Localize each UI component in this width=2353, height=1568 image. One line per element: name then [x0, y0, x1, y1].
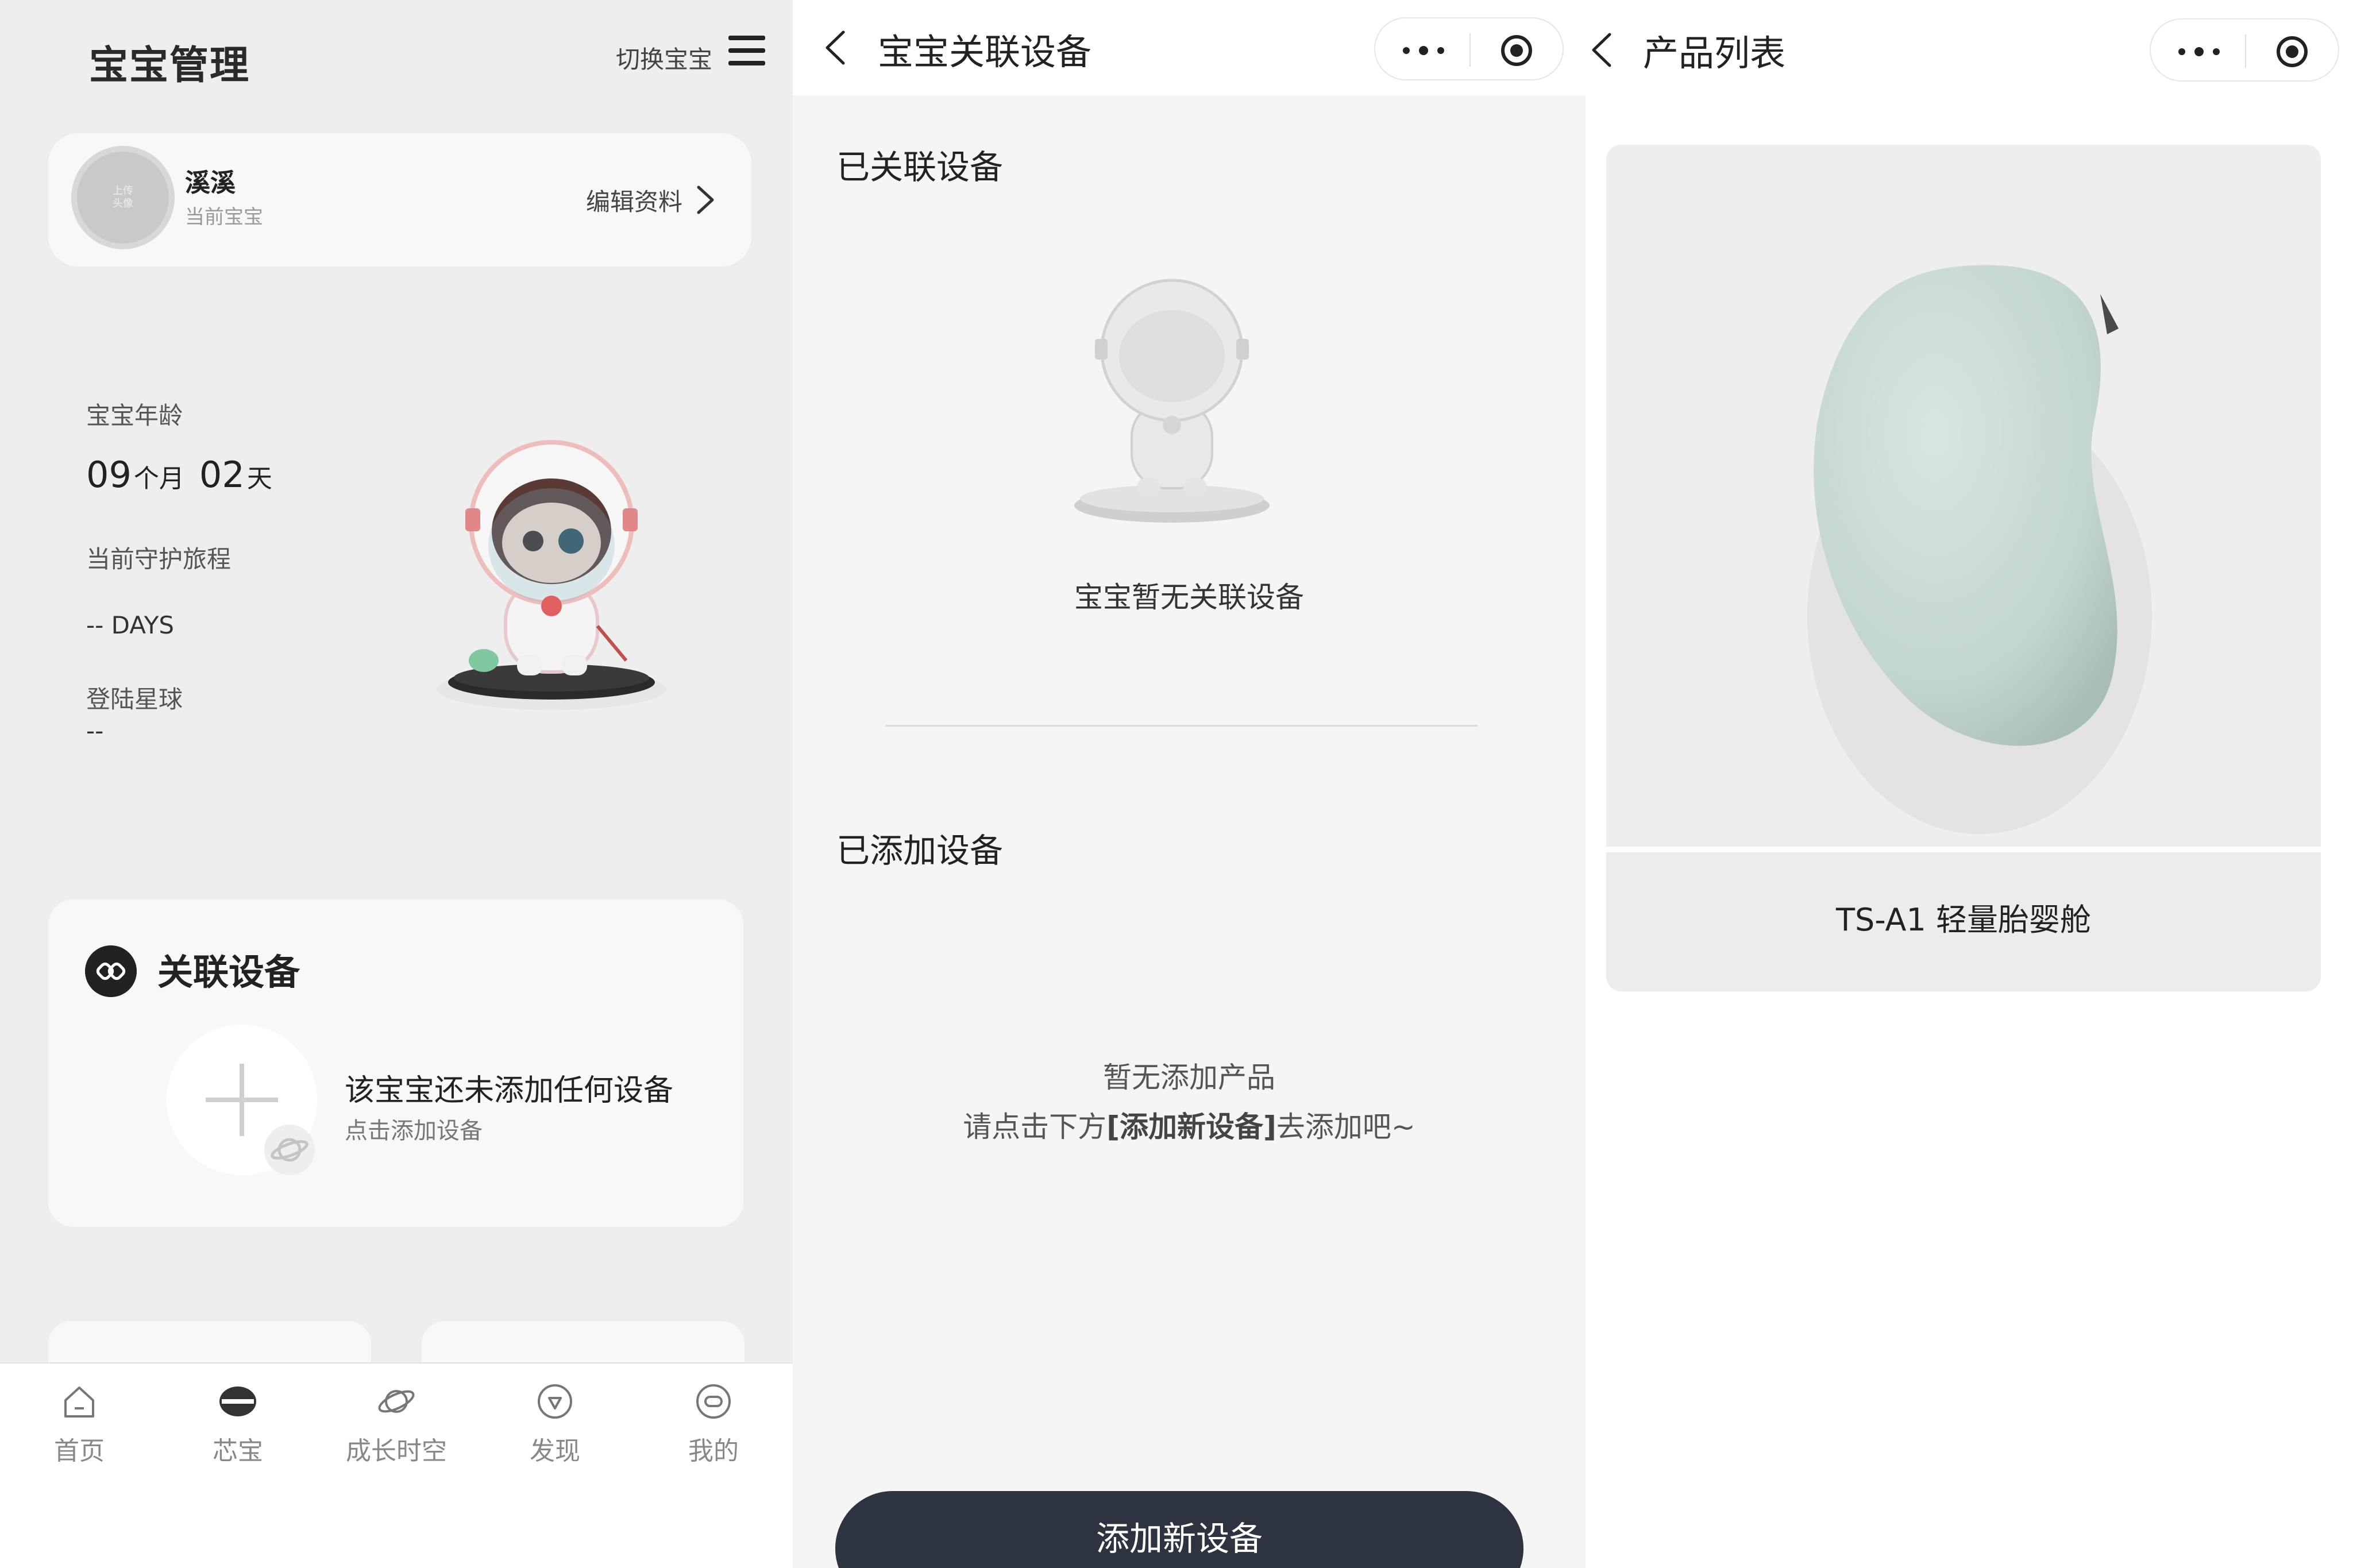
- bottom-tab-bar: 首页 芯宝 成长时空 发现 我的: [0, 1362, 793, 1568]
- product-separator: [1606, 847, 2321, 852]
- more-icon[interactable]: [2177, 47, 2221, 56]
- nav-title: 产品列表: [1643, 32, 1786, 74]
- baby-age-label: 宝宝年龄: [86, 401, 183, 430]
- tab-home[interactable]: 首页: [22, 1381, 137, 1467]
- linked-devices-heading: 已关联设备: [836, 148, 1004, 187]
- tab-growth[interactable]: 成长时空: [339, 1381, 454, 1467]
- tab-growth-label: 成长时空: [346, 1436, 447, 1466]
- age-days: 02: [199, 454, 245, 496]
- planet-badge-icon: [264, 1125, 315, 1175]
- planet-icon: [378, 1390, 415, 1413]
- link-device-icon: [85, 945, 137, 997]
- astronaut-gray-illustration: [1074, 279, 1270, 523]
- mini-program-capsule: [2150, 18, 2339, 82]
- product-list-screen: 产品列表 TS-A1 轻量胎婴舱: [1586, 0, 2353, 1568]
- baby-linked-devices-screen: 宝宝关联设备 已关联设备 宝宝暂无关联设备 已添加设备 暂无添加产品 请点击下方…: [793, 0, 1586, 1568]
- days-unit: 天: [246, 464, 272, 493]
- linked-devices-card: 关联设备 该宝宝还未添加任何设备 点击添加设备: [48, 899, 743, 1227]
- more-icon[interactable]: [1402, 46, 1445, 55]
- section-divider: [886, 725, 1478, 727]
- avatar[interactable]: 上传 头像: [71, 146, 175, 249]
- tab-discover[interactable]: 发现: [497, 1381, 612, 1467]
- back-icon[interactable]: [823, 29, 848, 67]
- age-months: 09: [86, 454, 132, 496]
- close-target-icon[interactable]: [2276, 36, 2308, 68]
- hint-suffix: 去添加吧~: [1276, 1110, 1415, 1144]
- baby-age-value: 09 个月 02 天: [86, 454, 287, 496]
- product-image: [1606, 145, 2321, 847]
- hint-prefix: 请点击下方: [963, 1110, 1107, 1144]
- months-unit: 个月: [133, 464, 184, 493]
- tab-mine[interactable]: 我的: [656, 1381, 771, 1467]
- tab-xinbao[interactable]: 芯宝: [180, 1381, 295, 1467]
- tab-mine-label: 我的: [688, 1436, 739, 1466]
- tab-home-label: 首页: [54, 1436, 105, 1466]
- no-product-text: 暂无添加产品: [1103, 1061, 1275, 1094]
- planet-value: --: [86, 717, 104, 745]
- back-icon[interactable]: [1589, 31, 1614, 69]
- close-target-icon[interactable]: [1500, 34, 1533, 67]
- journey-value: -- DAYS: [86, 611, 175, 639]
- chevron-right-icon[interactable]: [695, 184, 716, 216]
- switch-baby-label: 切换宝宝: [615, 45, 712, 74]
- mini-program-capsule: [1374, 17, 1564, 80]
- switch-baby-button[interactable]: 切换宝宝: [616, 40, 712, 75]
- linked-devices-title: 关联设备: [157, 951, 300, 993]
- xinbao-icon: [219, 1387, 256, 1416]
- product-card[interactable]: TS-A1 轻量胎婴舱: [1606, 145, 2321, 991]
- planet-label: 登陆星球: [86, 685, 183, 713]
- profile-card[interactable]: 上传 头像 溪溪 当前宝宝 编辑资料: [48, 133, 751, 267]
- header: 宝宝管理 切换宝宝: [0, 0, 793, 115]
- product-name: TS-A1 轻量胎婴舱: [1606, 852, 2321, 991]
- nav-bar: 宝宝关联设备: [793, 0, 1586, 95]
- menu-icon[interactable]: [728, 36, 765, 65]
- no-linked-device-text: 宝宝暂无关联设备: [1074, 581, 1304, 614]
- baby-management-screen: 宝宝管理 切换宝宝 上传 头像 溪溪 当前宝宝 编辑资料 宝宝年龄 09 个月 0…: [0, 0, 793, 1568]
- nav-bar: 产品列表: [1586, 0, 2353, 98]
- added-devices-heading: 已添加设备: [836, 831, 1004, 870]
- avatar-upload-text-2: 头像: [113, 198, 133, 210]
- avatar-upload-text-1: 上传: [113, 185, 133, 197]
- tab-discover-label: 发现: [530, 1436, 580, 1466]
- baby-name: 溪溪: [185, 168, 236, 198]
- discover-icon: [538, 1384, 572, 1419]
- home-icon: [64, 1387, 94, 1418]
- page-title: 宝宝管理: [89, 43, 250, 88]
- current-baby-label: 当前宝宝: [185, 206, 263, 229]
- tab-xinbao-label: 芯宝: [213, 1436, 263, 1466]
- hint-bold: [添加新设备]: [1106, 1110, 1276, 1144]
- no-device-text: 该宝宝还未添加任何设备: [345, 1073, 674, 1108]
- journey-label: 当前守护旅程: [86, 545, 232, 573]
- profile-icon: [696, 1384, 731, 1419]
- add-device-hint[interactable]: 点击添加设备: [345, 1112, 483, 1145]
- add-product-hint: 请点击下方[添加新设备]去添加吧~: [793, 1104, 1586, 1145]
- edit-profile-link[interactable]: 编辑资料: [586, 183, 682, 218]
- astronaut-illustration: [437, 440, 666, 710]
- nav-title: 宝宝关联设备: [878, 31, 1092, 73]
- add-new-device-button[interactable]: 添加新设备: [835, 1491, 1523, 1568]
